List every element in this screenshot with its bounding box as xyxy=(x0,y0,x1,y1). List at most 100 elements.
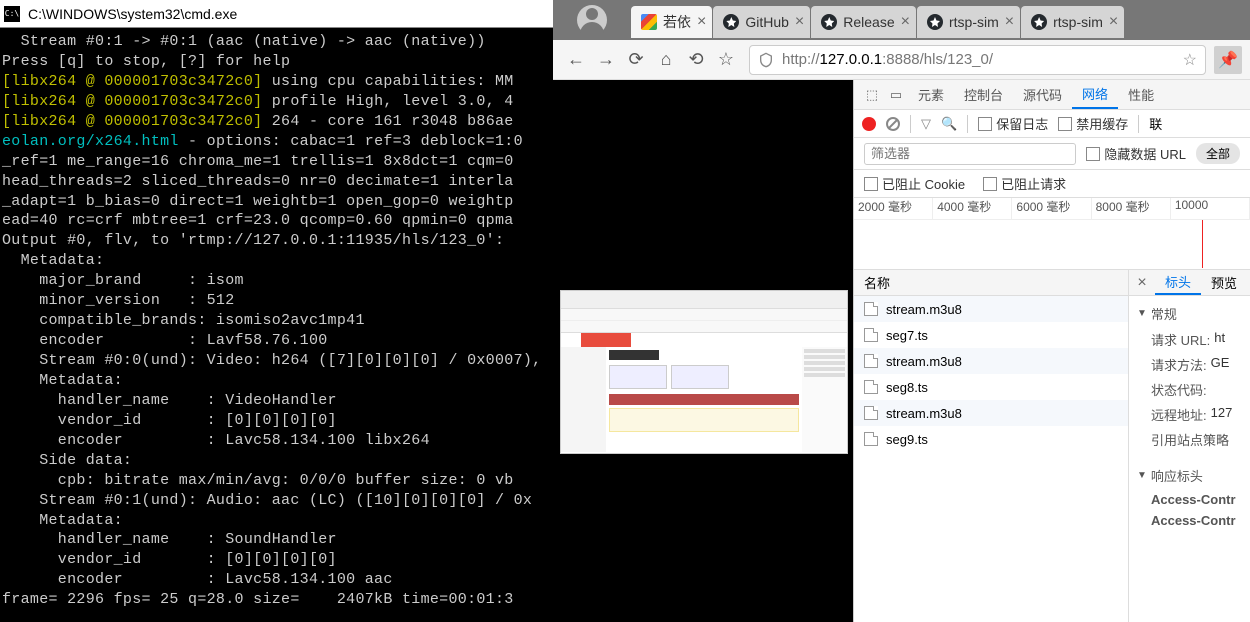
browser-tab[interactable]: rtsp-sim × xyxy=(1021,6,1124,38)
request-row[interactable]: stream.m3u8 xyxy=(854,296,1128,322)
detail-tab[interactable]: 预览 xyxy=(1201,270,1247,295)
github-favicon-icon xyxy=(723,14,739,30)
tab-label: rtsp-sim xyxy=(1053,14,1103,30)
forward-button[interactable]: → xyxy=(591,45,621,75)
disable-cache-checkbox[interactable]: 禁用缓存 xyxy=(1058,114,1128,133)
search-icon[interactable]: 🔍 xyxy=(941,116,957,132)
favorites-button[interactable]: ☆ xyxy=(711,45,741,75)
request-name: seg8.ts xyxy=(886,380,928,395)
detail-body: ▼常规 请求 URL:ht请求方法:GE状态代码:远程地址:127引用站点策略 … xyxy=(1129,296,1250,535)
reload-button[interactable]: ⟳ xyxy=(621,45,651,75)
tab-close-icon[interactable]: × xyxy=(697,13,706,31)
blocked-row: 已阻止 Cookie 已阻止请求 xyxy=(854,170,1250,198)
profile-avatar[interactable] xyxy=(553,0,631,40)
request-name: seg7.ts xyxy=(886,328,928,343)
video-pane[interactable] xyxy=(553,80,853,622)
close-detail-button[interactable]: × xyxy=(1129,274,1155,292)
devtools-tab[interactable]: 源代码 xyxy=(1013,80,1072,109)
request-detail: × 标头预览 ▼常规 请求 URL:ht请求方法:GE状态代码:远程地址:127… xyxy=(1129,270,1250,622)
devtools-tab[interactable]: 控制台 xyxy=(954,80,1013,109)
inspect-icon[interactable]: ⬚ xyxy=(860,87,884,103)
green-favicon-icon xyxy=(641,14,657,30)
url-text: http://127.0.0.1:8888/hls/123_0/ xyxy=(782,51,1183,68)
header-kv-row: 远程地址:127 xyxy=(1129,402,1250,427)
header-kv-row: 请求方法:GE xyxy=(1129,352,1250,377)
url-bar[interactable]: http://127.0.0.1:8888/hls/123_0/ ☆ xyxy=(749,45,1206,75)
record-button[interactable] xyxy=(862,117,876,131)
tab-label: GitHub xyxy=(745,14,789,30)
devtools-tab[interactable]: 网络 xyxy=(1072,80,1118,109)
hide-data-urls-checkbox[interactable]: 隐藏数据 URL xyxy=(1086,144,1186,163)
pin-button[interactable]: 📌 xyxy=(1214,46,1242,74)
header-kv-row: Access-Contr xyxy=(1129,510,1250,531)
detail-tab[interactable]: 标头 xyxy=(1155,270,1201,295)
browser-tab[interactable]: rtsp-sim × xyxy=(917,6,1020,38)
request-row[interactable]: stream.m3u8 xyxy=(854,400,1128,426)
home-button[interactable]: ⌂ xyxy=(651,45,681,75)
request-row[interactable]: seg7.ts xyxy=(854,322,1128,348)
request-row[interactable]: seg9.ts xyxy=(854,426,1128,452)
github-favicon-icon xyxy=(1031,14,1047,30)
browser-tabbar: 若依 × GitHub × Release × rtsp-sim × rtsp-sim × xyxy=(553,0,1250,40)
tab-close-icon[interactable]: × xyxy=(1005,13,1014,31)
filter-all-pill[interactable]: 全部 xyxy=(1196,143,1240,164)
devtools-panel: ⬚ ▭ 元素控制台源代码网络性能 ▽ 🔍 保留日志 禁用缓存 联 隐藏数据 UR… xyxy=(853,80,1250,622)
terminal-output[interactable]: Stream #0:1 -> #0:1 (aac (native) -> aac… xyxy=(0,28,553,622)
cmd-icon: C:\ xyxy=(4,6,20,22)
file-icon xyxy=(864,328,878,342)
blocked-cookies-checkbox[interactable]: 已阻止 Cookie xyxy=(864,174,965,193)
tab-label: rtsp-sim xyxy=(949,14,999,30)
timeline-tick: 10000 xyxy=(1171,198,1250,219)
tab-close-icon[interactable]: × xyxy=(795,13,804,31)
timeline-tick: 2000 毫秒 xyxy=(854,198,933,219)
request-name: stream.m3u8 xyxy=(886,354,962,369)
file-icon xyxy=(864,380,878,394)
request-row[interactable]: stream.m3u8 xyxy=(854,348,1128,374)
github-favicon-icon xyxy=(927,14,943,30)
response-headers-section[interactable]: ▼响应标头 xyxy=(1129,462,1250,489)
timeline-tick: 8000 毫秒 xyxy=(1092,198,1171,219)
device-toggle-icon[interactable]: ▭ xyxy=(884,87,908,103)
bookmark-star-icon[interactable]: ☆ xyxy=(1183,50,1197,70)
shield-icon xyxy=(758,52,774,68)
featured-button[interactable]: ⟲ xyxy=(681,45,711,75)
browser-navbar: ← → ⟳ ⌂ ⟲ ☆ http://127.0.0.1:8888/hls/12… xyxy=(553,40,1250,80)
filter-input[interactable] xyxy=(864,143,1076,165)
terminal-titlebar[interactable]: C:\ C:\WINDOWS\system32\cmd.exe xyxy=(0,0,553,28)
tab-label: Release xyxy=(843,14,894,30)
tab-label: 若依 xyxy=(663,12,691,32)
detail-tabs: × 标头预览 xyxy=(1129,270,1250,296)
tab-close-icon[interactable]: × xyxy=(901,13,910,31)
timeline-tick: 6000 毫秒 xyxy=(1012,198,1091,219)
filter-row: 隐藏数据 URL 全部 xyxy=(854,138,1250,170)
devtools-tab[interactable]: 性能 xyxy=(1118,80,1164,109)
request-list: 名称 stream.m3u8 seg7.ts stream.m3u8 seg8.ts s… xyxy=(854,270,1129,622)
browser-tab[interactable]: 若依 × xyxy=(631,6,712,38)
general-section[interactable]: ▼常规 xyxy=(1129,300,1250,327)
back-button[interactable]: ← xyxy=(561,45,591,75)
file-icon xyxy=(864,354,878,368)
file-icon xyxy=(864,302,878,316)
online-label[interactable]: 联 xyxy=(1149,114,1162,133)
terminal-title: C:\WINDOWS\system32\cmd.exe xyxy=(28,6,237,22)
request-row[interactable]: seg8.ts xyxy=(854,374,1128,400)
blocked-requests-checkbox[interactable]: 已阻止请求 xyxy=(983,174,1066,193)
network-timeline[interactable]: 2000 毫秒4000 毫秒6000 毫秒8000 毫秒10000 xyxy=(854,198,1250,270)
filter-icon[interactable]: ▽ xyxy=(921,116,931,132)
clear-button[interactable] xyxy=(886,117,900,131)
browser-tab[interactable]: GitHub × xyxy=(713,6,810,38)
request-name: stream.m3u8 xyxy=(886,302,962,317)
list-header-name[interactable]: 名称 xyxy=(854,270,1128,296)
avatar-icon xyxy=(577,5,607,35)
network-split: 名称 stream.m3u8 seg7.ts stream.m3u8 seg8.ts s… xyxy=(854,270,1250,622)
file-icon xyxy=(864,406,878,420)
header-kv-row: 请求 URL:ht xyxy=(1129,327,1250,352)
network-toolbar: ▽ 🔍 保留日志 禁用缓存 联 xyxy=(854,110,1250,138)
terminal-window: C:\ C:\WINDOWS\system32\cmd.exe Stream #… xyxy=(0,0,553,622)
tab-close-icon[interactable]: × xyxy=(1109,13,1118,31)
request-name: stream.m3u8 xyxy=(886,406,962,421)
preserve-log-checkbox[interactable]: 保留日志 xyxy=(978,114,1048,133)
browser-tab[interactable]: Release × xyxy=(811,6,916,38)
request-name: seg9.ts xyxy=(886,432,928,447)
devtools-tab[interactable]: 元素 xyxy=(908,80,954,109)
